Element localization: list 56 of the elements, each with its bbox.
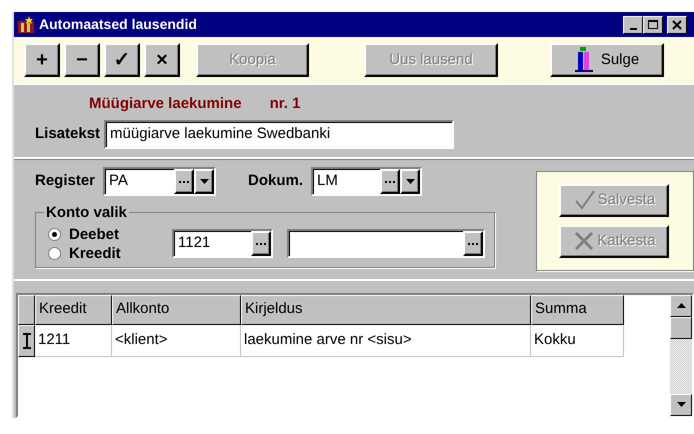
up-arrow-icon	[676, 303, 686, 308]
column-header[interactable]: Allkonto	[112, 294, 241, 324]
field-label: Dokum.	[248, 170, 304, 191]
cross-icon	[573, 230, 596, 252]
check-icon	[574, 189, 596, 211]
minimize-icon	[630, 28, 636, 30]
dropdown-button[interactable]	[400, 168, 420, 194]
text-field[interactable]: müügiarve laekumine Swedbanki	[104, 120, 454, 148]
close-icon	[670, 18, 684, 32]
browse-button[interactable]	[380, 168, 400, 194]
radio-button[interactable]	[48, 246, 61, 260]
text-field[interactable]	[287, 229, 485, 258]
record-number: nr. 1	[270, 94, 300, 114]
app-icon	[17, 16, 35, 34]
browse-button[interactable]	[463, 231, 483, 256]
text-cursor-icon	[22, 332, 30, 348]
dots-icon	[255, 242, 267, 246]
table-cell: <klient>	[112, 324, 241, 356]
scroll-thumb[interactable]	[670, 316, 692, 338]
field-value: LM	[317, 170, 339, 191]
caret-icon	[406, 179, 415, 184]
dots-icon	[467, 242, 479, 246]
record-button[interactable]: +	[24, 43, 60, 77]
dots-icon	[178, 180, 190, 184]
dots-icon	[384, 180, 396, 184]
window-title: Automaatsed lausendid	[39, 15, 198, 34]
minimize-button[interactable]	[623, 16, 643, 34]
column-header[interactable]: Kirjeldus	[241, 294, 531, 324]
browse-button[interactable]	[174, 168, 194, 194]
dropdown-button[interactable]	[194, 168, 214, 194]
table-cell: 1211	[35, 324, 112, 356]
field-value: PA	[109, 170, 129, 191]
radio-label[interactable]: Deebet	[69, 226, 120, 242]
browse-button[interactable]	[251, 231, 271, 256]
combo-box[interactable]: LM	[311, 166, 422, 196]
down-arrow-icon	[676, 402, 686, 407]
record-button[interactable]: −	[64, 43, 100, 77]
field-label: Register	[35, 170, 96, 191]
scrollbar[interactable]	[670, 294, 692, 416]
close-button[interactable]: Sulge	[550, 43, 664, 77]
record-button[interactable]: ✓	[104, 43, 140, 77]
field-label: Lisatekst	[35, 124, 100, 144]
table-cell: Kokku	[531, 324, 624, 356]
column-header[interactable]: Summa	[531, 294, 624, 324]
door-icon	[574, 47, 593, 73]
column-header[interactable]: Kreedit	[35, 294, 112, 324]
combo-box[interactable]: PA	[103, 166, 216, 196]
text-field[interactable]: 1121	[172, 229, 273, 258]
record-button[interactable]: ×	[144, 43, 180, 77]
caret-icon	[200, 179, 209, 184]
maximize-button[interactable]	[643, 16, 663, 34]
close-button[interactable]	[667, 16, 687, 34]
form-heading: Müügiarve laekumine	[89, 94, 242, 114]
table-cell: laekumine arve nr <sisu>	[241, 324, 531, 356]
radio-label[interactable]: Kreedit	[69, 246, 121, 260]
radio-button[interactable]	[48, 228, 61, 240]
